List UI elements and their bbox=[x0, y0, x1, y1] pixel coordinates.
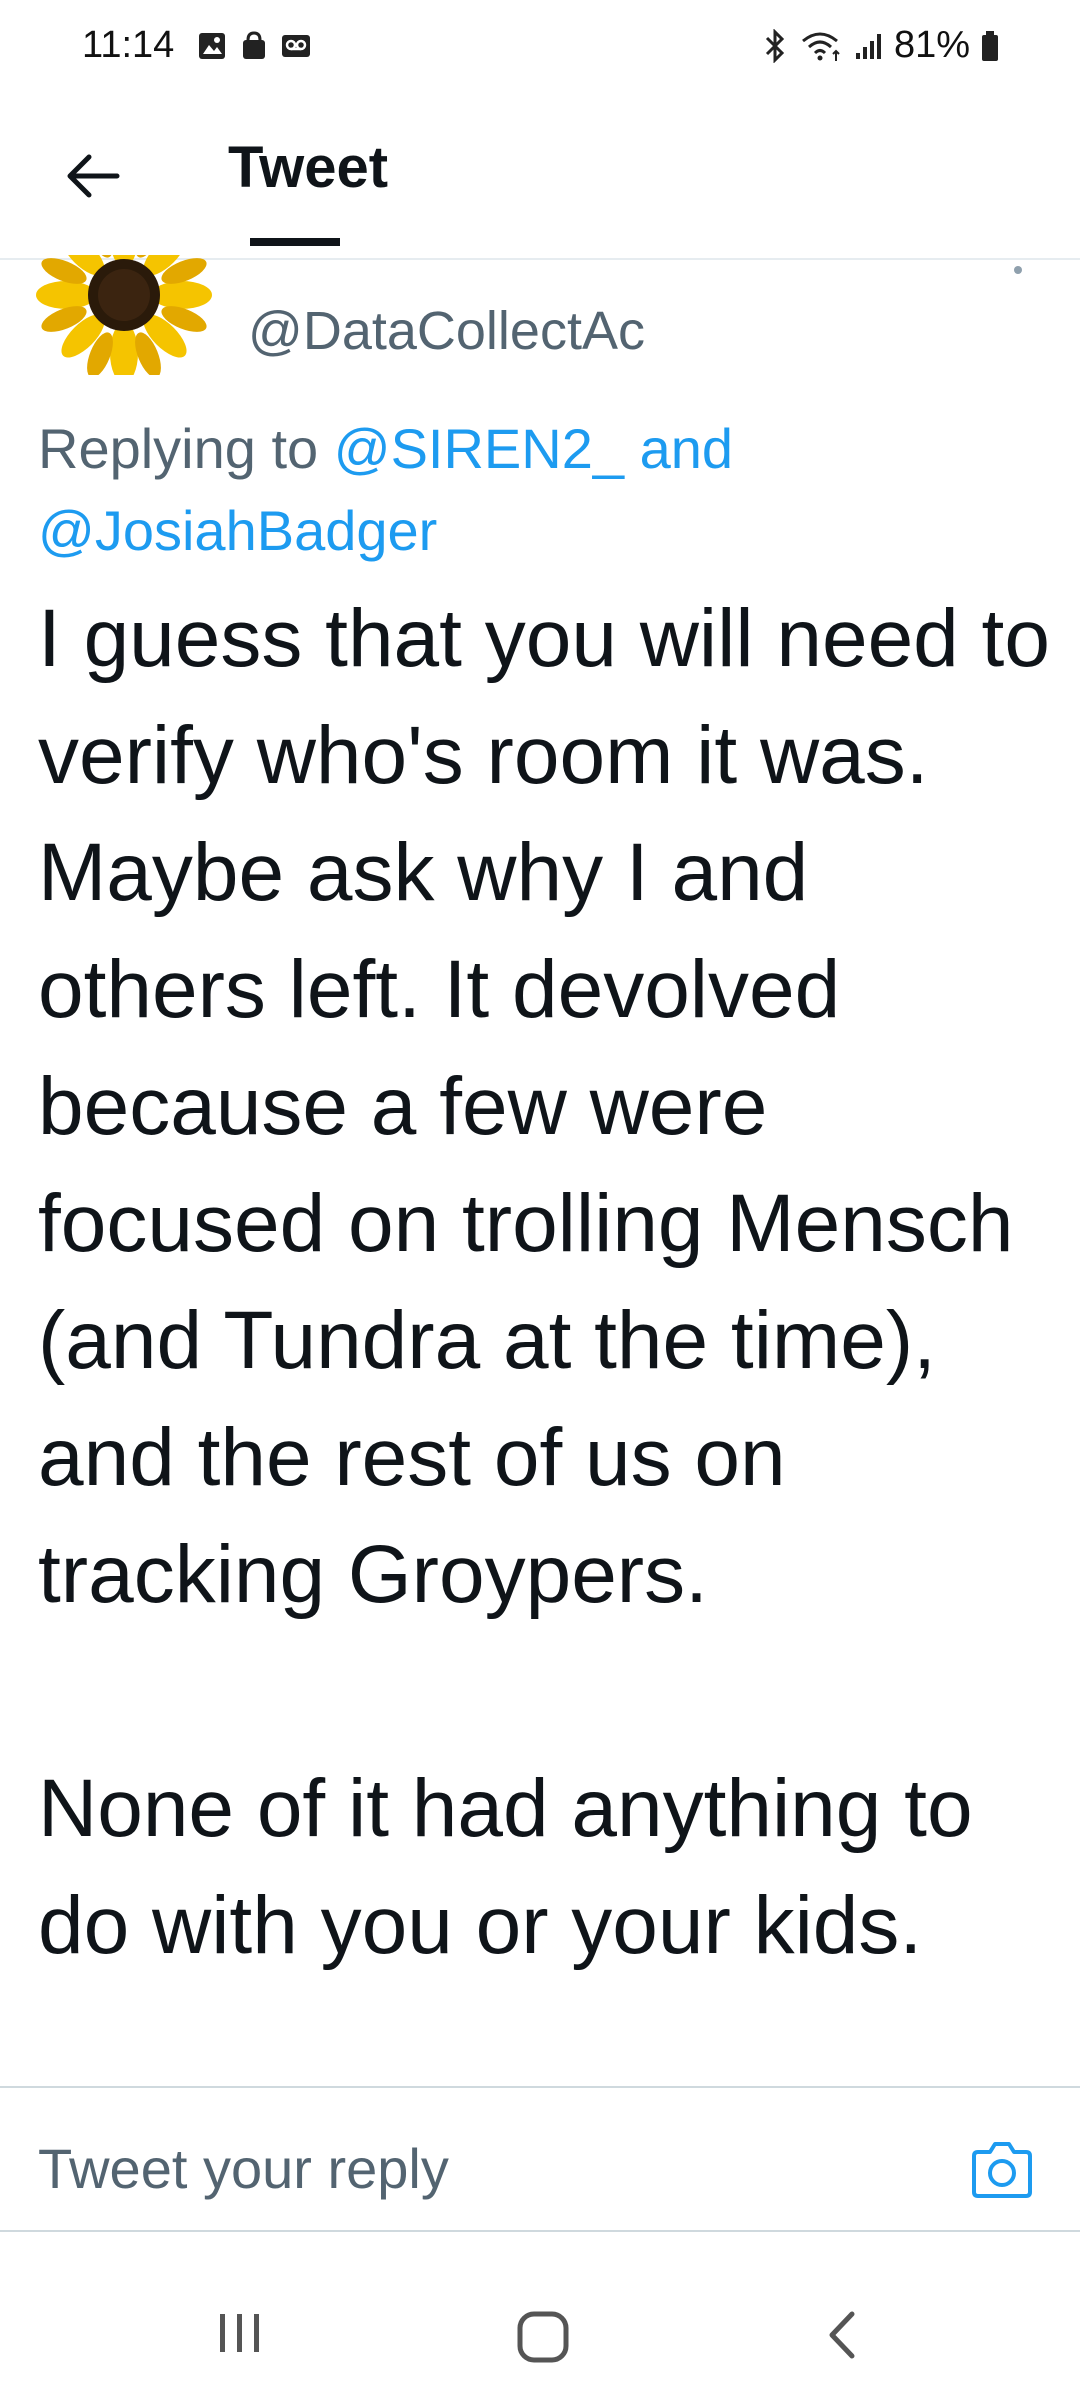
top-app-bar: Tweet bbox=[0, 100, 1080, 260]
camera-icon[interactable] bbox=[966, 2134, 1038, 2206]
mention-josiahbadger[interactable]: @JosiahBadger bbox=[38, 499, 437, 562]
recents-icon[interactable] bbox=[212, 2308, 268, 2358]
replying-prefix: Replying to bbox=[38, 417, 334, 480]
signal-icon bbox=[855, 33, 881, 59]
status-bar: 11:14 81% bbox=[0, 0, 1080, 100]
chevron-left-icon[interactable] bbox=[820, 2308, 864, 2362]
wifi-icon bbox=[801, 32, 840, 61]
battery-icon bbox=[982, 30, 998, 61]
home-icon[interactable] bbox=[516, 2310, 570, 2364]
tweet-text: I guess that you will need to verify who… bbox=[38, 593, 1050, 1971]
sunflower-avatar-image bbox=[36, 255, 212, 375]
gallery-icon bbox=[199, 33, 225, 59]
arrow-left-icon bbox=[67, 154, 120, 198]
replying-to-line: Replying to @SIREN2_ and @JosiahBadger bbox=[38, 408, 1038, 572]
bluetooth-icon bbox=[765, 28, 785, 63]
avatar[interactable] bbox=[36, 255, 212, 375]
reply-composer[interactable]: Tweet your reply bbox=[0, 2086, 1080, 2232]
shopping-bag-icon bbox=[243, 31, 265, 59]
reply-input[interactable]: Tweet your reply bbox=[38, 2136, 449, 2201]
voicemail-icon bbox=[282, 35, 310, 57]
mention-joiner[interactable]: and bbox=[624, 417, 733, 480]
system-nav-bar bbox=[0, 2260, 1080, 2400]
author-handle[interactable]: @DataCollectAc bbox=[248, 300, 645, 362]
status-time: 11:14 bbox=[82, 24, 175, 66]
battery-percent: 81% bbox=[893, 24, 970, 66]
more-options-dot bbox=[1014, 266, 1022, 274]
notification-icons bbox=[196, 30, 312, 62]
back-button[interactable] bbox=[54, 138, 130, 214]
page-title: Tweet bbox=[228, 135, 389, 200]
display-name-cut bbox=[250, 232, 340, 248]
system-status: 81% bbox=[760, 24, 1000, 67]
mention-siren2[interactable]: @SIREN2_ bbox=[334, 417, 624, 480]
